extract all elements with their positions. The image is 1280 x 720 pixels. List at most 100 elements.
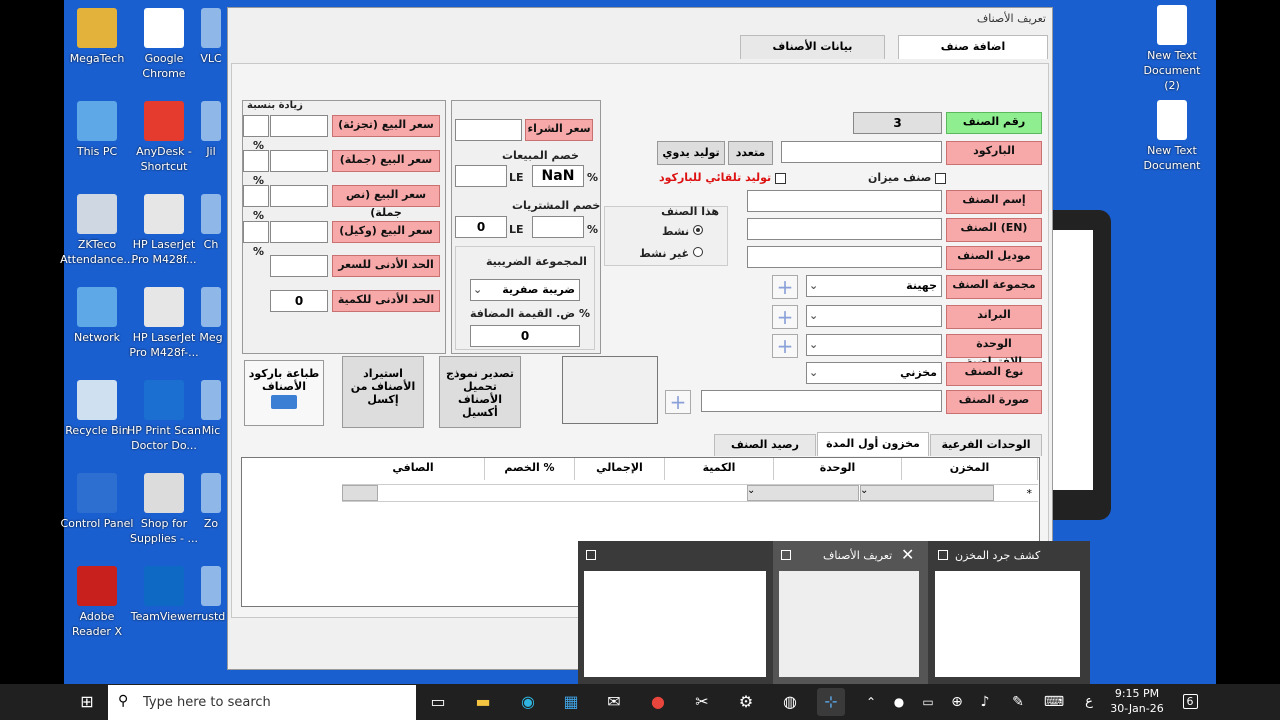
preview-card-items[interactable]: تعريف الأصناف ✕	[773, 541, 928, 684]
sales-discount-pct[interactable]: NaN	[532, 165, 584, 187]
add-image-button[interactable]: +	[665, 390, 691, 414]
item-type-select[interactable]: ⌄ مخزني	[806, 362, 942, 384]
edge-icon-6[interactable]: rustd	[196, 566, 226, 624]
print-barcode-button[interactable]: طباعة باركود الأصناف	[244, 360, 324, 426]
manual-barcode-button[interactable]: توليد يدوي	[657, 141, 725, 165]
chevron-down-icon[interactable]: ⌄	[747, 485, 761, 496]
barcode-input[interactable]	[781, 141, 942, 163]
icons_left-icon-6[interactable]: Adobe Reader X	[59, 566, 135, 639]
multi-barcode-button[interactable]: متعدد	[728, 141, 773, 165]
icons_mid-icon-4[interactable]: HP Print Scan Doctor Do...	[126, 380, 202, 453]
pen-icon[interactable]: ✎	[1004, 688, 1032, 716]
agent-price-input[interactable]	[270, 221, 328, 243]
taskbar-search[interactable]: ⚲ Type here to search	[108, 685, 416, 720]
preview-card-inventory[interactable]: كشف جرد المخزن	[930, 541, 1085, 684]
half-wholesale-input[interactable]	[270, 185, 328, 207]
icons_mid-icon-0[interactable]: Google Chrome	[126, 8, 202, 81]
edge-icon-0[interactable]: VLC	[196, 8, 226, 66]
row-cell-warehouse[interactable]	[860, 485, 994, 501]
edge-icon-5[interactable]: Zo	[196, 473, 226, 531]
chrome-icon[interactable]: ●	[644, 688, 672, 716]
edge-icon-2[interactable]: Ch	[196, 194, 226, 252]
mail-icon[interactable]: ✉	[600, 688, 628, 716]
icons_mid-icon-3[interactable]: HP LaserJet Pro M428f-...	[126, 287, 202, 360]
icons_left-icon-1[interactable]: This PC	[59, 101, 135, 159]
tab-opening-stock[interactable]: مخزون أول المدة	[817, 432, 929, 456]
tab-add-item[interactable]: اضافة صنف	[898, 35, 1048, 59]
preview-card-blank[interactable]	[578, 541, 772, 684]
item-no-field[interactable]: 3	[853, 112, 942, 134]
network-icon[interactable]: ⊕	[943, 688, 971, 716]
tray-up-icon[interactable]: ⌃	[857, 688, 885, 716]
export-template-button[interactable]: تصدير نموذج تحميل الأصناف أكسيل	[439, 356, 521, 428]
purchase-discount-le[interactable]: 0	[455, 216, 507, 238]
auto-barcode-checkbox[interactable]: توليد تلقائي للباركود	[659, 171, 786, 184]
language-indicator[interactable]: ع	[1075, 688, 1103, 716]
windows-start-icon[interactable]: ⊞	[73, 688, 101, 716]
scale-item-checkbox[interactable]: صنف ميزان	[868, 171, 947, 184]
item-model-input[interactable]	[747, 246, 942, 268]
item-name-en-input[interactable]	[747, 218, 942, 240]
icons_mid-icon-1[interactable]: AnyDesk - Shortcut	[126, 101, 202, 174]
edge-icon-1[interactable]: Jil	[196, 101, 226, 159]
min-qty-input[interactable]: 0	[270, 290, 328, 312]
icons_left-icon-0[interactable]: MegaTech	[59, 8, 135, 66]
settings-icon[interactable]: ⚙	[732, 688, 760, 716]
agent-increase-input[interactable]	[243, 221, 269, 243]
purchase-price-input[interactable]	[455, 119, 522, 141]
icons_left-icon-3[interactable]: Network	[59, 287, 135, 345]
battery-icon[interactable]: ▭	[914, 688, 942, 716]
volume-icon[interactable]: ♪	[971, 688, 999, 716]
row-cell-unit[interactable]	[747, 485, 859, 501]
sales-discount-le[interactable]	[455, 165, 507, 187]
item-group-select[interactable]: ⌄ جهينة	[806, 275, 942, 297]
add-brand-button[interactable]: +	[772, 305, 798, 329]
edge-icon[interactable]: ◉	[514, 688, 542, 716]
clock[interactable]: 9:15 PM 30-Jan-26	[1105, 686, 1169, 716]
item-image-input[interactable]	[701, 390, 942, 412]
edge-icon-4[interactable]: Mic	[196, 380, 226, 438]
icons_mid-icon-2[interactable]: HP LaserJet Pro M428f...	[126, 194, 202, 267]
row-cell-net[interactable]	[342, 485, 378, 501]
icons_mid-icon-6[interactable]: TeamViewer	[126, 566, 202, 624]
edge-icon-3[interactable]: Meg	[196, 287, 226, 345]
close-icon[interactable]: ✕	[901, 545, 914, 564]
icons_left-icon-5[interactable]: Control Panel	[59, 473, 135, 531]
chevron-down-icon[interactable]: ⌄	[860, 485, 874, 496]
import-excel-button[interactable]: استيراد الأصناف من إكسل	[342, 356, 424, 428]
store-icon[interactable]: ▦	[557, 688, 585, 716]
icons_left-icon-2[interactable]: ZKTeco Attendance...	[59, 194, 135, 267]
desktop-icon-new-text-2[interactable]: New Text Document (2)	[1134, 5, 1210, 93]
add-unit-button[interactable]: +	[772, 334, 798, 358]
mic-icon[interactable]: ●	[885, 688, 913, 716]
purchase-discount-pct[interactable]	[532, 216, 584, 238]
retail-increase-input[interactable]	[243, 115, 269, 137]
icons_mid-icon-5[interactable]: Shop for Supplies - ...	[126, 473, 202, 546]
app-icon[interactable]: ◍	[776, 688, 804, 716]
retail-price-input[interactable]	[270, 115, 328, 137]
task-view-icon[interactable]: ▭	[424, 688, 452, 716]
tab-item-balance[interactable]: رصيد الصنف	[714, 434, 816, 456]
status-active-radio[interactable]: نشط	[662, 225, 703, 238]
icons_left-icon-4[interactable]: Recycle Bin	[59, 380, 135, 438]
grid-new-row[interactable]: * ⌄ ⌄	[342, 484, 1038, 502]
tab-sub-units[interactable]: الوحدات الفرعية	[930, 434, 1042, 456]
brand-select[interactable]: ⌄	[806, 305, 942, 327]
keyboard-icon[interactable]: ⌨	[1040, 688, 1068, 716]
wholesale-price-input[interactable]	[270, 150, 328, 172]
active-app-icon[interactable]: ⊹	[817, 688, 845, 716]
wholesale-increase-input[interactable]	[243, 150, 269, 172]
notification-icon[interactable]: 6	[1176, 688, 1204, 716]
file-explorer-icon[interactable]: ▬	[469, 688, 497, 716]
tax-group-select[interactable]: ⌄ ضريبة صفرية	[470, 279, 580, 301]
half-increase-input[interactable]	[243, 185, 269, 207]
status-inactive-radio[interactable]: غير نشط	[639, 247, 703, 260]
vat-input[interactable]: 0	[470, 325, 580, 347]
item-name-input[interactable]	[747, 190, 942, 212]
min-price-input[interactable]	[270, 255, 328, 277]
add-group-button[interactable]: +	[772, 275, 798, 299]
default-unit-select[interactable]: ⌄	[806, 334, 942, 356]
desktop-icon-new-text[interactable]: New Text Document	[1134, 100, 1210, 173]
tab-items-data[interactable]: بيانات الأصناف	[740, 35, 885, 59]
tools-icon[interactable]: ✂	[688, 688, 716, 716]
